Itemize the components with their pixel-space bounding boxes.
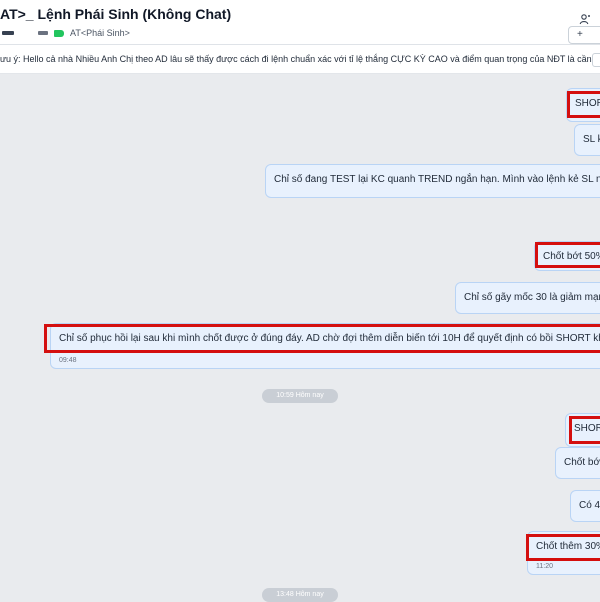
chat-title: AT>_ Lệnh Phái Sinh (Không Chat)	[0, 6, 232, 22]
message-text: Có 4	[579, 500, 600, 511]
message-text: Chốt bớt	[564, 457, 600, 468]
pinned-text: ưu ý: Hello cả nhà Nhiều Anh Chị theo AD…	[0, 54, 600, 64]
message-bubble[interactable]: Chỉ số gãy mốc 30 là giảm mạnh	[455, 282, 600, 314]
member-avatar-placeholder-2	[38, 31, 48, 35]
highlight-box	[526, 534, 600, 561]
message-time: 11:20	[536, 563, 553, 570]
message-text: Chỉ số đang TEST lại KC quanh TREND ngắn…	[274, 174, 600, 185]
message-text: SL k	[583, 134, 600, 145]
chat-tag[interactable]: AT<Phái Sinh>	[70, 28, 130, 38]
member-avatar-placeholder	[2, 31, 14, 35]
date-separator: 10:59 Hôm nay	[262, 389, 338, 403]
highlight-box	[535, 242, 600, 268]
message-text: Chỉ số gãy mốc 30 là giảm mạnh	[464, 292, 600, 303]
pinned-expand-button[interactable]	[592, 53, 600, 67]
chat-header: AT>_ Lệnh Phái Sinh (Không Chat) AT<Phái…	[0, 0, 600, 45]
highlight-box	[44, 324, 600, 353]
message-bubble[interactable]: Có 4	[570, 490, 600, 522]
message-time: 09:48	[59, 357, 77, 364]
message-bubble[interactable]: Chỉ số đang TEST lại KC quanh TREND ngắn…	[265, 164, 600, 198]
highlight-box	[567, 91, 600, 118]
highlight-box	[569, 416, 600, 444]
chat-subheader: AT<Phái Sinh>	[0, 26, 130, 40]
pinned-message[interactable]: ưu ý: Hello cả nhà Nhiều Anh Chị theo AD…	[0, 45, 600, 74]
message-bubble[interactable]: Chốt bớt	[555, 447, 600, 479]
tag-icon	[54, 29, 64, 37]
add-button[interactable]: +	[568, 26, 600, 44]
message-bubble[interactable]: SL k	[574, 124, 600, 156]
members-icon[interactable]	[578, 12, 592, 26]
